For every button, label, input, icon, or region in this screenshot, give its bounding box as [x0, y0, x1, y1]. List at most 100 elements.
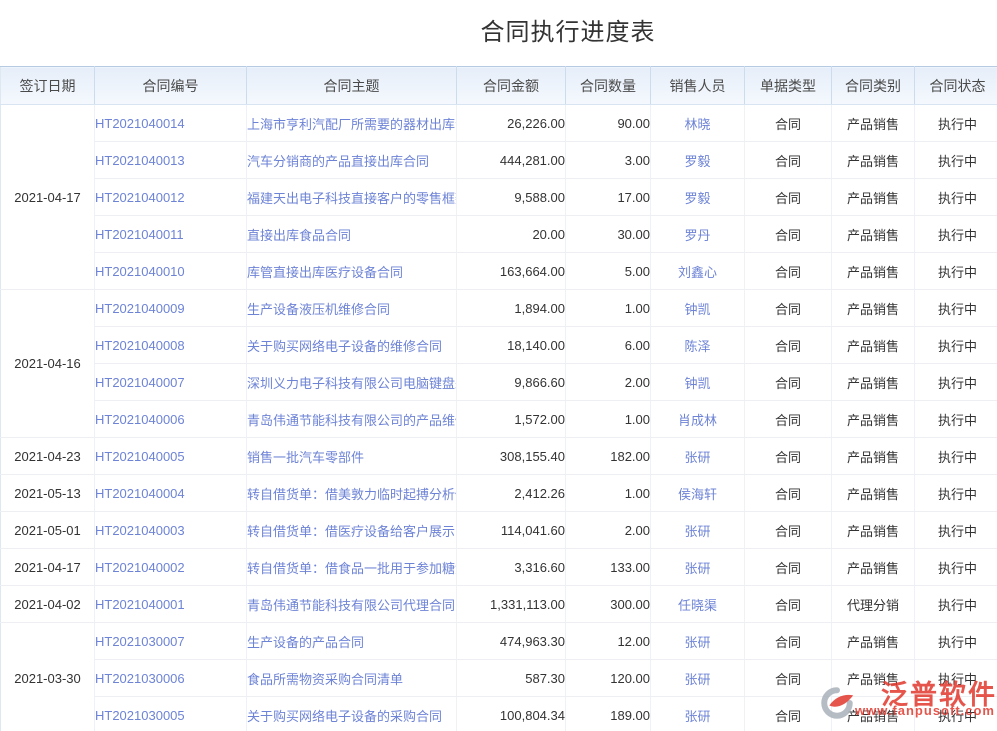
cell-amount: 163,664.00 — [457, 253, 566, 290]
number-link[interactable]: HT2021040007 — [95, 375, 185, 390]
number-link[interactable]: HT2021040009 — [95, 301, 185, 316]
cell-subject: 关于购买网络电子设备的维修合同 — [247, 327, 457, 364]
column-header-date: 签订日期 — [1, 67, 95, 105]
subject-link[interactable]: 汽车分销商的产品直接出库合同 — [247, 154, 429, 169]
number-link[interactable]: HT2021030005 — [95, 708, 185, 723]
column-header-subject: 合同主题 — [247, 67, 457, 105]
cell-quantity: 90.00 — [566, 105, 651, 142]
cell-sales: 罗毅 — [651, 179, 745, 216]
sales-link[interactable]: 罗毅 — [684, 191, 710, 206]
number-link[interactable]: HT2021040006 — [95, 412, 185, 427]
cell-subject: 库管直接出库医疗设备合同 — [247, 253, 457, 290]
subject-link[interactable]: 福建天出电子科技直接客户的零售框架合同 — [247, 191, 457, 206]
cell-amount: 100,804.34 — [457, 697, 566, 731]
sales-link[interactable]: 陈泽 — [684, 339, 710, 354]
sales-link[interactable]: 钟凯 — [684, 302, 710, 317]
sales-link[interactable]: 张研 — [684, 635, 710, 650]
sales-link[interactable]: 罗丹 — [684, 228, 710, 243]
table-row: 2021-04-17HT2021040002转自借货单：借食品一批用于参加糖酒会… — [1, 549, 997, 586]
subject-link[interactable]: 深圳义力电子科技有限公司电脑键盘采购合同 — [247, 376, 457, 391]
cell-sales: 张研 — [651, 438, 745, 475]
number-link[interactable]: HT2021040003 — [95, 523, 185, 538]
cell-sales: 罗丹 — [651, 216, 745, 253]
column-header-quantity: 合同数量 — [566, 67, 651, 105]
table-row: HT2021040012福建天出电子科技直接客户的零售框架合同9,588.001… — [1, 179, 997, 216]
cell-quantity: 133.00 — [566, 549, 651, 586]
cell-status: 执行中 — [915, 253, 997, 290]
subject-link[interactable]: 直接出库食品合同 — [247, 228, 351, 243]
cell-status: 执行中 — [915, 475, 997, 512]
sales-link[interactable]: 张研 — [684, 450, 710, 465]
cell-amount: 444,281.00 — [457, 142, 566, 179]
sales-link[interactable]: 刘鑫心 — [678, 265, 717, 280]
sales-link[interactable]: 林晓 — [684, 117, 710, 132]
cell-category: 产品销售 — [832, 401, 915, 438]
subject-link[interactable]: 关于购买网络电子设备的采购合同 — [247, 709, 442, 724]
table-row: HT2021040013汽车分销商的产品直接出库合同444,281.003.00… — [1, 142, 997, 179]
number-link[interactable]: HT2021040005 — [95, 449, 185, 464]
number-link[interactable]: HT2021030007 — [95, 634, 185, 649]
cell-quantity: 2.00 — [566, 364, 651, 401]
table-row: 2021-04-16HT2021040009生产设备液压机维修合同1,894.0… — [1, 290, 997, 327]
cell-subject: 生产设备的产品合同 — [247, 623, 457, 660]
cell-sales: 刘鑫心 — [651, 253, 745, 290]
sales-link[interactable]: 张研 — [684, 672, 710, 687]
cell-subject: 转自借货单：借美敦力临时起搏分析仪 — [247, 475, 457, 512]
number-link[interactable]: HT2021040014 — [95, 116, 185, 131]
subject-link[interactable]: 转自借货单：借医疗设备给客户展示 — [247, 524, 455, 539]
subject-link[interactable]: 上海市亨利汽配厂所需要的器材出库合同 — [247, 117, 457, 132]
cell-doc_type: 合同 — [745, 475, 832, 512]
subject-link[interactable]: 食品所需物资采购合同清单 — [247, 672, 403, 687]
cell-number: HT2021040001 — [95, 586, 247, 623]
number-link[interactable]: HT2021040011 — [95, 227, 184, 242]
cell-sign-date: 2021-05-01 — [1, 512, 95, 549]
subject-link[interactable]: 转自借货单：借美敦力临时起搏分析仪 — [247, 487, 457, 502]
cell-doc_type: 合同 — [745, 364, 832, 401]
cell-amount: 26,226.00 — [457, 105, 566, 142]
number-link[interactable]: HT2021040004 — [95, 486, 185, 501]
sales-link[interactable]: 罗毅 — [684, 154, 710, 169]
cell-subject: 深圳义力电子科技有限公司电脑键盘采购合同 — [247, 364, 457, 401]
subject-link[interactable]: 生产设备的产品合同 — [247, 635, 364, 650]
subject-link[interactable]: 转自借货单：借食品一批用于参加糖酒会 — [247, 561, 457, 576]
cell-amount: 20.00 — [457, 216, 566, 253]
cell-category: 产品销售 — [832, 105, 915, 142]
number-link[interactable]: HT2021030006 — [95, 671, 185, 686]
sales-link[interactable]: 张研 — [684, 524, 710, 539]
number-link[interactable]: HT2021040013 — [95, 153, 185, 168]
sales-link[interactable]: 张研 — [684, 709, 710, 724]
sales-link[interactable]: 钟凯 — [684, 376, 710, 391]
cell-sales: 罗毅 — [651, 142, 745, 179]
cell-quantity: 6.00 — [566, 327, 651, 364]
number-link[interactable]: HT2021040010 — [95, 264, 185, 279]
cell-status: 执行中 — [915, 697, 997, 731]
cell-status: 执行中 — [915, 512, 997, 549]
cell-number: HT2021040003 — [95, 512, 247, 549]
number-link[interactable]: HT2021040012 — [95, 190, 185, 205]
number-link[interactable]: HT2021040008 — [95, 338, 185, 353]
subject-link[interactable]: 关于购买网络电子设备的维修合同 — [247, 339, 442, 354]
cell-subject: 食品所需物资采购合同清单 — [247, 660, 457, 697]
cell-sales: 肖成林 — [651, 401, 745, 438]
subject-link[interactable]: 库管直接出库医疗设备合同 — [247, 265, 403, 280]
number-link[interactable]: HT2021040001 — [95, 597, 185, 612]
subject-link[interactable]: 青岛伟通节能科技有限公司的产品维修合同 — [247, 413, 457, 428]
cell-subject: 关于购买网络电子设备的采购合同 — [247, 697, 457, 731]
cell-doc_type: 合同 — [745, 105, 832, 142]
number-link[interactable]: HT2021040002 — [95, 560, 185, 575]
cell-sign-date: 2021-04-16 — [1, 290, 95, 438]
sales-link[interactable]: 肖成林 — [678, 413, 717, 428]
subject-link[interactable]: 生产设备液压机维修合同 — [247, 302, 390, 317]
sales-link[interactable]: 任晓渠 — [678, 598, 717, 613]
table-header-row: 签订日期合同编号合同主题合同金额合同数量销售人员单据类型合同类别合同状态 — [1, 67, 997, 105]
column-header-doc_type: 单据类型 — [745, 67, 832, 105]
subject-link[interactable]: 销售一批汽车零部件 — [247, 450, 364, 465]
sales-link[interactable]: 张研 — [684, 561, 710, 576]
cell-status: 执行中 — [915, 586, 997, 623]
subject-link[interactable]: 青岛伟通节能科技有限公司代理合同 — [247, 598, 455, 613]
cell-quantity: 300.00 — [566, 586, 651, 623]
cell-doc_type: 合同 — [745, 142, 832, 179]
cell-sign-date: 2021-04-23 — [1, 438, 95, 475]
sales-link[interactable]: 侯海轩 — [678, 487, 717, 502]
cell-quantity: 120.00 — [566, 660, 651, 697]
